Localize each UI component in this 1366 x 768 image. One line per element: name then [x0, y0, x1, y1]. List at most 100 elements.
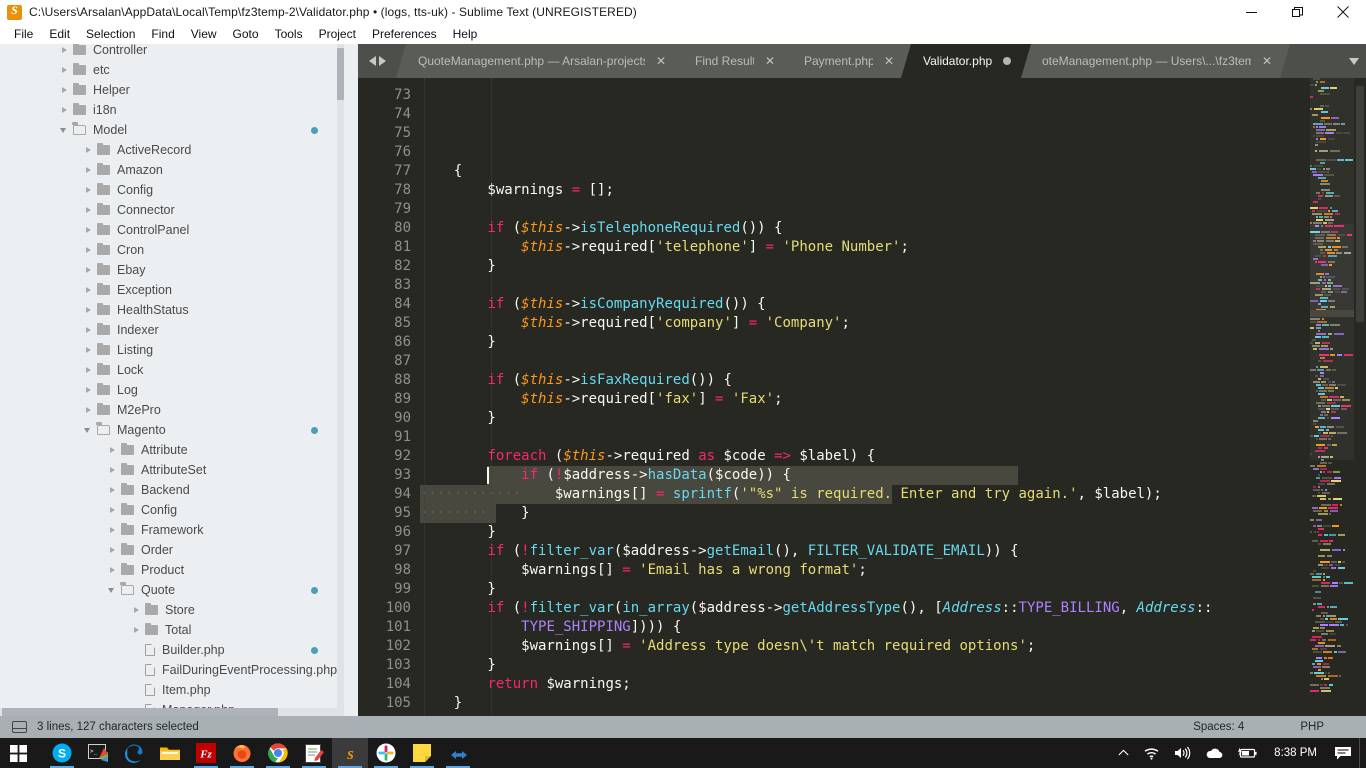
chevron-down-icon[interactable]	[84, 426, 93, 435]
code-line[interactable]: }	[420, 333, 1310, 352]
chevron-right-icon[interactable]	[84, 226, 93, 235]
tree-folder-item[interactable]: Store	[0, 600, 340, 620]
code-line[interactable]: TYPE_SHIPPING]))) {	[420, 618, 1310, 637]
sidebar-vertical-scrollbar-thumb[interactable]	[337, 48, 344, 100]
chevron-right-icon[interactable]	[84, 146, 93, 155]
menu-item-help[interactable]: Help	[445, 26, 486, 42]
chevron-right-icon[interactable]	[84, 186, 93, 195]
sidebar-file-tree[interactable]: Controller etc Helper i18n Model ActiveRecord…	[0, 44, 358, 716]
editor-vertical-scrollbar-thumb[interactable]	[1356, 86, 1364, 322]
tree-folder-item[interactable]: Config	[0, 180, 340, 200]
chevron-right-icon[interactable]	[108, 446, 117, 455]
battery-charging-icon[interactable]	[1230, 738, 1264, 768]
chevron-down-icon[interactable]	[108, 586, 117, 595]
code-line[interactable]: $this->required['fax'] = 'Fax';	[420, 390, 1310, 409]
chevron-right-icon[interactable]	[60, 86, 69, 95]
editor-tab[interactable]: Validator.php	[901, 44, 1031, 78]
tree-folder-item[interactable]: Cron	[0, 240, 340, 260]
chevron-right-icon[interactable]	[84, 266, 93, 275]
tree-folder-item[interactable]: etc	[0, 60, 340, 80]
tree-file-item[interactable]: Builder.php	[0, 640, 340, 660]
tree-folder-item[interactable]: i18n	[0, 100, 340, 120]
code-line[interactable]: return $warnings;	[420, 675, 1310, 694]
chrome-icon[interactable]	[260, 738, 296, 768]
tree-folder-item[interactable]: Indexer	[0, 320, 340, 340]
chevron-right-icon[interactable]	[108, 506, 117, 515]
chevron-right-icon[interactable]	[108, 566, 117, 575]
tab-close-icon[interactable]: ✕	[765, 55, 775, 67]
chevron-right-icon[interactable]	[84, 306, 93, 315]
tree-folder-item[interactable]: M2ePro	[0, 400, 340, 420]
tree-folder-item[interactable]: Model	[0, 120, 340, 140]
tree-folder-item[interactable]: Controller	[0, 44, 340, 60]
tree-folder-item[interactable]: Amazon	[0, 160, 340, 180]
code-line[interactable]: if ($this->isCompanyRequired()) {	[420, 295, 1310, 314]
code-line[interactable]	[420, 428, 1310, 447]
skype-icon[interactable]: S	[44, 738, 80, 768]
tab-list-button[interactable]	[1342, 44, 1366, 78]
code-line[interactable]	[420, 713, 1310, 716]
code-line[interactable]: }	[420, 523, 1310, 542]
code-line[interactable]: }	[420, 409, 1310, 428]
code-line[interactable]: $this->required['telephone'] = 'Phone Nu…	[420, 238, 1310, 257]
tree-folder-item[interactable]: Framework	[0, 520, 340, 540]
tree-folder-item[interactable]: Total	[0, 620, 340, 640]
code-line[interactable]: if (!filter_var($address->getEmail(), FI…	[420, 542, 1310, 561]
maximize-restore-button[interactable]	[1274, 0, 1320, 24]
code-line[interactable]	[420, 200, 1310, 219]
prev-tab-arrow-icon[interactable]	[368, 56, 376, 66]
sidebar-vertical-scrollbar-track[interactable]	[337, 44, 344, 716]
chevron-right-icon[interactable]	[84, 166, 93, 175]
chevron-right-icon[interactable]	[84, 206, 93, 215]
editor-tab[interactable]: oteManagement.php — Users\...\fz3temp-2 ✕	[1020, 44, 1290, 78]
tree-folder-item[interactable]: Magento	[0, 420, 340, 440]
code-line[interactable]: if (!$address->hasData($code)) {	[420, 466, 1310, 485]
menu-item-preferences[interactable]: Preferences	[364, 26, 445, 42]
code-line[interactable]: if ($this->isFaxRequired()) {	[420, 371, 1310, 390]
tab-navigation[interactable]	[358, 44, 396, 78]
menu-item-view[interactable]: View	[183, 26, 225, 42]
chevron-right-icon[interactable]	[60, 46, 69, 55]
tab-close-icon[interactable]: ✕	[884, 55, 894, 67]
code-line[interactable]: }	[420, 580, 1310, 599]
tree-folder-item[interactable]: Exception	[0, 280, 340, 300]
onedrive-cloud-icon[interactable]	[1198, 738, 1230, 768]
chevron-right-icon[interactable]	[108, 466, 117, 475]
code-line[interactable]: if ($this->isTelephoneRequired()) {	[420, 219, 1310, 238]
indent-setting[interactable]: Spaces: 4	[1193, 721, 1244, 733]
firefox-icon[interactable]	[224, 738, 260, 768]
chevron-right-icon[interactable]	[132, 626, 141, 635]
tab-close-icon[interactable]: ✕	[656, 55, 666, 67]
edge-icon[interactable]	[116, 738, 152, 768]
tab-close-icon[interactable]: ✕	[1262, 55, 1272, 67]
chevron-right-icon[interactable]	[132, 606, 141, 615]
tree-folder-item[interactable]: Lock	[0, 360, 340, 380]
menu-item-tools[interactable]: Tools	[267, 26, 311, 42]
code-line[interactable]: }	[420, 656, 1310, 675]
syntax-setting[interactable]: PHP	[1300, 721, 1324, 733]
code-editor[interactable]: 73 74 75 76 77 78 79 80 81 82 83 84 85 86 87 88 89 90 91 92…	[358, 78, 1366, 716]
menu-item-find[interactable]: Find	[143, 26, 182, 42]
tree-folder-item[interactable]: Ebay	[0, 260, 340, 280]
editor-tab[interactable]: QuoteManagement.php — Arsalan-projects\.…	[396, 44, 684, 78]
tree-folder-item[interactable]: Log	[0, 380, 340, 400]
tree-folder-item[interactable]: Quote	[0, 580, 340, 600]
menu-item-file[interactable]: File	[6, 26, 41, 42]
file-explorer-icon[interactable]	[152, 738, 188, 768]
code-line[interactable]: }	[420, 504, 1310, 523]
chevron-right-icon[interactable]	[84, 406, 93, 415]
code-line[interactable]: $warnings = [];	[420, 181, 1310, 200]
code-line[interactable]: $warnings[] = 'Address type doesn\'t mat…	[420, 637, 1310, 656]
code-content[interactable]: { $warnings = []; if ($this->isTelephone…	[420, 78, 1310, 716]
chevron-right-icon[interactable]	[84, 346, 93, 355]
editor-tab[interactable]: Payment.php ✕	[782, 44, 912, 78]
tree-folder-item[interactable]: Helper	[0, 80, 340, 100]
chevron-right-icon[interactable]	[108, 526, 117, 535]
chevron-right-icon[interactable]	[108, 546, 117, 555]
code-line[interactable]: }	[420, 694, 1310, 713]
code-line[interactable]	[420, 352, 1310, 371]
menu-item-edit[interactable]: Edit	[41, 26, 78, 42]
sidebar-horizontal-scrollbar-thumb[interactable]	[2, 708, 278, 716]
chevron-right-icon[interactable]	[84, 286, 93, 295]
menu-item-goto[interactable]: Goto	[225, 26, 267, 42]
